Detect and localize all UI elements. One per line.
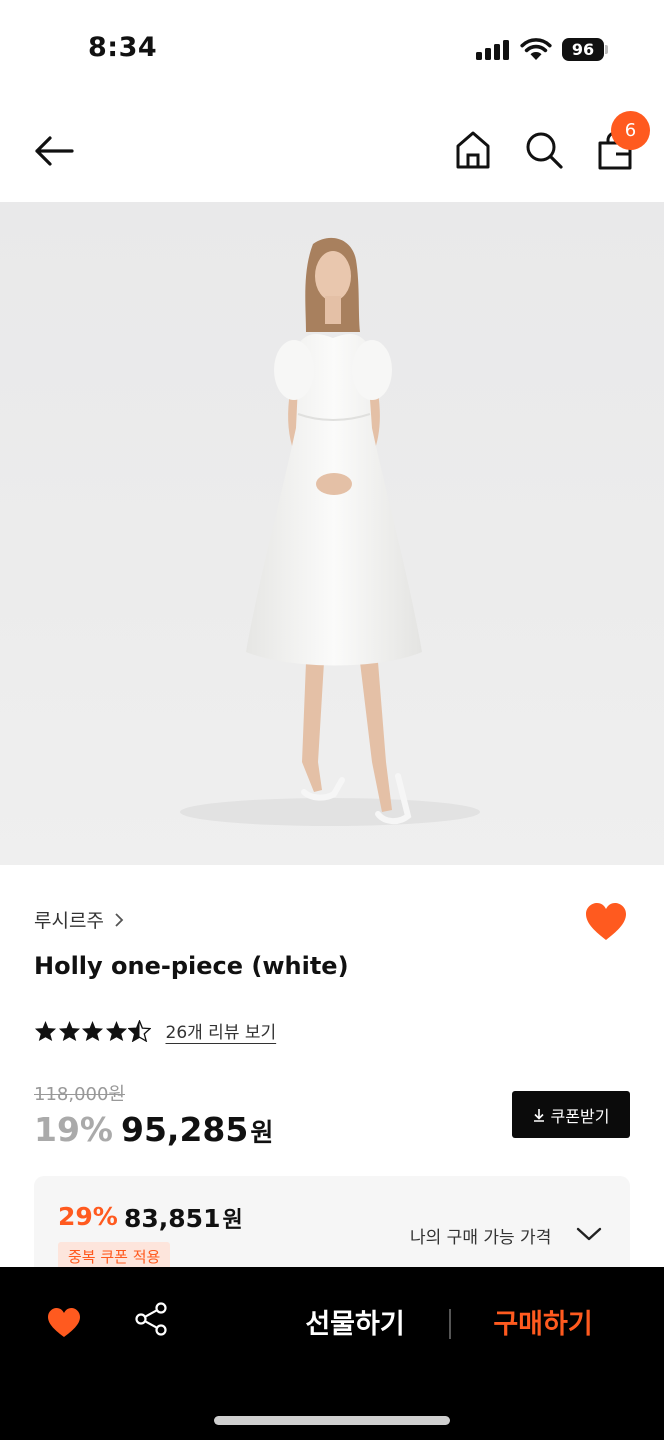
sale-price: 95,285 [121, 1110, 249, 1149]
product-name: Holly one-piece (white) [34, 952, 349, 980]
download-icon [533, 1108, 544, 1122]
my-price-toggle[interactable]: 나의 구매 가능 가격 [410, 1223, 551, 1248]
bottom-action-bar: 선물하기 구매하기 [0, 1267, 664, 1440]
original-price: 118,000원 [34, 1084, 125, 1105]
battery-tip [605, 45, 608, 54]
star-full-icon [105, 1020, 127, 1041]
share-icon[interactable] [134, 1301, 168, 1337]
nav-header [0, 100, 664, 202]
home-indicator[interactable] [214, 1416, 450, 1425]
home-icon[interactable] [452, 128, 494, 172]
rating-row: 26개 리뷰 보기 [34, 1018, 276, 1043]
discount-rate: 19% [34, 1110, 113, 1149]
chevron-down-icon[interactable] [576, 1226, 602, 1242]
review-link[interactable]: 26개 리뷰 보기 [166, 1018, 277, 1043]
wifi-icon [520, 38, 552, 60]
coupon-download-button[interactable]: 쿠폰받기 [512, 1091, 630, 1138]
heart-icon[interactable] [46, 1307, 82, 1339]
currency-unit: 원 [250, 1118, 274, 1147]
gift-button[interactable]: 선물하기 [292, 1303, 418, 1347]
back-arrow-icon[interactable] [30, 130, 78, 172]
star-full-icon [58, 1020, 80, 1041]
star-full-icon [34, 1020, 57, 1041]
best-price: 83,851원 [124, 1202, 243, 1234]
chevron-right-icon [115, 912, 124, 927]
status-time: 8:34 [88, 32, 158, 63]
best-discount-rate: 29% [58, 1202, 118, 1231]
price-row: 19% 95,285 원 [34, 1110, 273, 1149]
star-half-icon [128, 1019, 151, 1042]
model-photo [180, 237, 480, 826]
brand-name: 루시르주 [34, 910, 104, 932]
coupon-button-label: 쿠폰받기 [550, 1106, 610, 1126]
search-icon[interactable] [522, 128, 566, 172]
product-image[interactable] [0, 202, 664, 865]
cart-count-badge: 6 [611, 111, 650, 150]
divider [449, 1309, 451, 1339]
buy-button[interactable]: 구매하기 [476, 1303, 610, 1347]
star-full-icon [81, 1020, 104, 1041]
battery-indicator: 96 [562, 38, 604, 61]
star-rating [34, 1019, 152, 1042]
status-bar: 8:34 96 [0, 0, 664, 100]
heart-icon[interactable] [584, 902, 628, 942]
best-price-value: 83,851 [124, 1204, 221, 1233]
best-price-currency: 원 [222, 1208, 243, 1233]
cellular-signal-icon [476, 40, 510, 60]
brand-link[interactable]: 루시르주 [34, 906, 124, 933]
